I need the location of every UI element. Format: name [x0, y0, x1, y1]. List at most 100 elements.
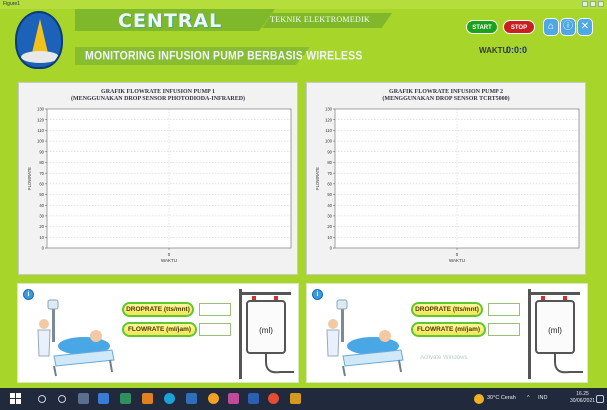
y-tick-label: 80	[39, 160, 44, 165]
y-tick-label: 0	[330, 246, 333, 251]
start-button[interactable]: START	[466, 20, 498, 34]
y-tick-label: 30	[39, 214, 44, 219]
clock-time: 16.25	[576, 391, 589, 397]
search-icon[interactable]	[38, 395, 46, 403]
patient-bed-illustration	[37, 299, 115, 377]
flowrate-chart-pump2: 01020304050607080901001101201300WAKTUFLO…	[315, 107, 580, 263]
clock-date: 30/06/2021	[570, 398, 596, 404]
institution-logo	[15, 11, 63, 69]
weather-icon[interactable]	[474, 394, 484, 404]
y-tick-label: 130	[37, 107, 45, 112]
brand-title: CENTRAL	[118, 10, 223, 32]
y-tick-label: 100	[37, 139, 45, 144]
y-axis-label: FLOWRATE	[27, 167, 32, 190]
y-tick-label: 70	[39, 171, 44, 176]
x-axis-label: WAKTU	[449, 258, 465, 263]
iv-bag-illustration: (ml)	[239, 289, 294, 379]
edge-browser-icon[interactable]	[164, 393, 175, 404]
media-app-icon[interactable]	[208, 393, 219, 404]
x-axis-label: WAKTU	[161, 258, 177, 263]
flowrate-chart-pump1: 01020304050607080901001101201300WAKTUFLO…	[27, 107, 292, 263]
chrome-browser-icon[interactable]	[268, 393, 279, 404]
stop-button[interactable]: STOP	[503, 20, 535, 34]
info-icon[interactable]: i	[23, 289, 34, 300]
y-tick-label: 90	[39, 149, 44, 154]
window-close-button[interactable]	[598, 1, 604, 7]
department-label: TEKNIK ELEKTROMEDIK	[270, 15, 371, 24]
minimize-button[interactable]	[582, 1, 588, 7]
info-icon[interactable]: ⓘ	[560, 18, 576, 36]
close-icon[interactable]: ✕	[577, 18, 593, 36]
window-title: Figure1	[3, 1, 20, 7]
word-app-icon[interactable]	[248, 393, 259, 404]
y-tick-label: 130	[325, 107, 333, 112]
y-tick-label: 60	[39, 181, 44, 186]
y-tick-label: 40	[327, 203, 332, 208]
flowrate-label: FLOWRATE (ml/jam)	[411, 322, 486, 337]
spreadsheet-app-icon[interactable]	[120, 393, 131, 404]
home-icon[interactable]: ⌂	[543, 18, 559, 36]
x-tick-label: 0	[168, 252, 171, 257]
flowrate-label: FLOWRATE (ml/jam)	[122, 322, 197, 337]
droprate-field[interactable]	[199, 303, 231, 316]
y-axis-label: FLOWRATE	[315, 167, 320, 190]
y-tick-label: 20	[39, 224, 44, 229]
taskbar-clock[interactable]: 16.25 30/06/2021	[570, 391, 595, 405]
chart-subtitle: (MENGGUNAKAN DROP SENSOR TCRT5000)	[382, 96, 510, 102]
chart-title: GRAFIK FLOWRATE INFUSION PUMP 2	[389, 89, 503, 95]
chart-panel-pump2: GRAFIK FLOWRATE INFUSION PUMP 2 (MENGGUN…	[306, 82, 586, 275]
y-tick-label: 40	[39, 203, 44, 208]
iv-bag-label: (ml)	[259, 326, 273, 335]
weather-text: 30°C Cerah	[487, 395, 516, 401]
language-indicator[interactable]: IND	[538, 395, 547, 401]
droprate-label: DROPRATE (tts/mnt)	[411, 302, 483, 317]
y-tick-label: 80	[327, 160, 332, 165]
patient-bed-illustration	[326, 299, 404, 377]
y-tick-label: 30	[327, 214, 332, 219]
pump2-panel: i DROPRATE (tts/mnt) FLOWRATE (ml/jam) (…	[306, 283, 588, 383]
pump1-panel: i DROPRATE (tts/mnt) FLOWRATE (ml/jam) (…	[17, 283, 299, 383]
y-tick-label: 10	[39, 235, 44, 240]
window-titlebar: Figure1	[0, 0, 607, 9]
cortana-icon[interactable]	[58, 395, 66, 403]
y-tick-label: 120	[37, 117, 45, 122]
windows-start-icon[interactable]	[10, 393, 21, 404]
droprate-field[interactable]	[488, 303, 520, 316]
page-subtitle: MONITORING INFUSION PUMP BERBASIS WIRELE…	[85, 49, 363, 63]
notification-icon[interactable]	[596, 395, 604, 403]
header: CENTRAL TEKNIK ELEKTROMEDIK MONITORING I…	[0, 9, 607, 77]
y-tick-label: 90	[327, 149, 332, 154]
time-label: WAKTU	[479, 46, 509, 55]
task-view-icon[interactable]	[78, 393, 89, 404]
y-tick-label: 0	[42, 246, 45, 251]
chart-title: GRAFIK FLOWRATE INFUSION PUMP 1	[101, 89, 215, 95]
y-tick-label: 110	[37, 128, 44, 133]
info-icon[interactable]: i	[312, 289, 323, 300]
chart-panel-pump1: GRAFIK FLOWRATE INFUSION PUMP 1 (MENGGUN…	[18, 82, 298, 275]
activation-watermark: Activate Windows	[420, 355, 468, 361]
x-tick-label: 0	[456, 252, 459, 257]
y-tick-label: 110	[325, 128, 332, 133]
y-tick-label: 70	[327, 171, 332, 176]
file-explorer-icon[interactable]	[186, 393, 197, 404]
app-icon[interactable]	[228, 393, 239, 404]
y-tick-label: 60	[327, 181, 332, 186]
iv-bag-label: (ml)	[548, 326, 562, 335]
y-tick-label: 50	[327, 192, 332, 197]
y-tick-label: 100	[325, 139, 333, 144]
taskbar: 30°C Cerah ^ IND 16.25 30/06/2021	[0, 388, 607, 410]
matlab-app-icon[interactable]	[142, 393, 153, 404]
tray-chevron-icon[interactable]: ^	[527, 395, 530, 401]
y-tick-label: 50	[39, 192, 44, 197]
widgets-icon[interactable]	[98, 393, 109, 404]
maximize-button[interactable]	[590, 1, 596, 7]
window-controls	[582, 1, 604, 7]
iv-bag-illustration: (ml)	[528, 289, 583, 379]
y-tick-label: 10	[327, 235, 332, 240]
matlab-running-icon[interactable]	[290, 393, 301, 404]
y-tick-label: 120	[325, 117, 333, 122]
flowrate-field[interactable]	[199, 323, 231, 336]
flowrate-field[interactable]	[488, 323, 520, 336]
chart-subtitle: (MENGGUNAKAN DROP SENSOR PHOTODIODA-INFR…	[70, 96, 246, 102]
droprate-label: DROPRATE (tts/mnt)	[122, 302, 194, 317]
